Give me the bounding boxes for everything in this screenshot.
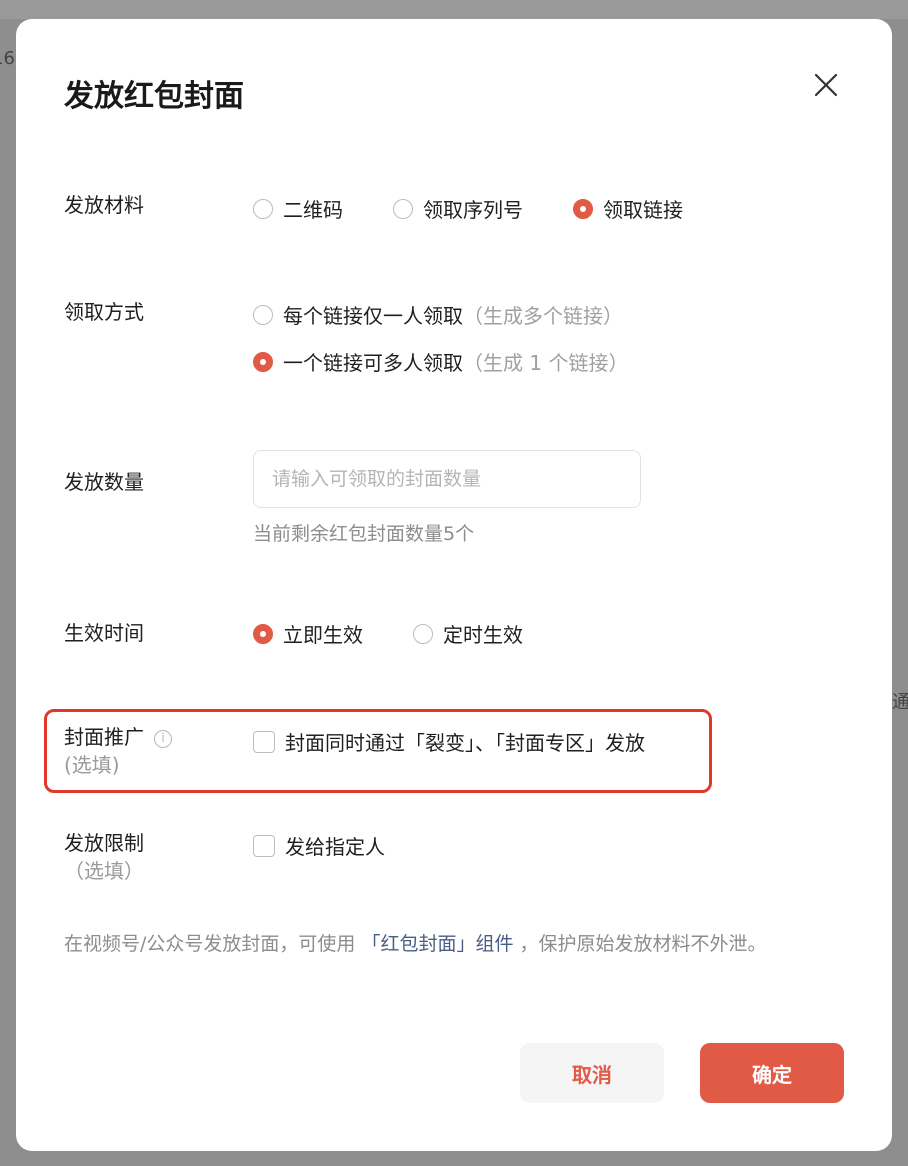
- radio-scheduled[interactable]: [413, 623, 433, 644]
- remaining-count-text: 当前剩余红包封面数量5个: [253, 523, 475, 545]
- promotion-checkbox-label: 封面同时通过「裂变」、「封面专区」发放: [285, 731, 645, 755]
- dialog-title: 发放红包封面: [64, 79, 244, 114]
- claim-option-multi-label: 一个链接可多人领取: [283, 351, 463, 375]
- promotion-label-text: 封面推广: [64, 725, 144, 749]
- claim-option-multi-hint: （生成 1 个链接）: [463, 351, 629, 375]
- claim-method-label: 领取方式: [64, 300, 144, 324]
- background-edge-text-right: 通: [892, 692, 908, 713]
- material-option-link-label: 领取链接: [603, 198, 683, 222]
- radio-serial[interactable]: [393, 198, 413, 219]
- promotion-checkbox-option[interactable]: 封面同时通过「裂变」、「封面专区」发放: [253, 727, 645, 756]
- restriction-optional: （选填）: [64, 859, 144, 883]
- effective-option-immediate-label: 立即生效: [283, 623, 363, 647]
- claim-option-single-hint: （生成多个链接）: [463, 304, 623, 328]
- backdrop-strip: [0, 0, 908, 19]
- confirm-button[interactable]: 确定: [700, 1043, 844, 1103]
- quantity-input[interactable]: [253, 450, 641, 508]
- restriction-checkbox-option[interactable]: 发给指定人: [253, 831, 385, 860]
- effective-option-immediate[interactable]: 立即生效: [253, 619, 363, 648]
- material-label: 发放材料: [64, 193, 144, 217]
- material-option-qrcode[interactable]: 二维码: [253, 194, 343, 223]
- restriction-checkbox[interactable]: [253, 834, 275, 857]
- material-option-qrcode-label: 二维码: [283, 198, 343, 222]
- claim-option-multi[interactable]: 一个链接可多人领取 （生成 1 个链接）: [253, 347, 628, 376]
- promotion-label: 封面推广 i (选填): [64, 723, 172, 779]
- radio-claim-multi-selected[interactable]: [253, 351, 273, 372]
- red-packet-component-link[interactable]: 「红包封面」组件: [361, 933, 513, 955]
- claim-option-single-label: 每个链接仅一人领取: [283, 304, 463, 328]
- cancel-button[interactable]: 取消: [520, 1043, 664, 1103]
- background-edge-text-left: 16: [0, 48, 15, 69]
- promotion-optional: (选填): [64, 753, 120, 777]
- note-suffix: ，保护原始发放材料不外泄。: [519, 933, 767, 955]
- radio-link-selected[interactable]: [573, 198, 593, 219]
- effective-option-scheduled-label: 定时生效: [443, 623, 523, 647]
- issue-cover-dialog: 发放红包封面 发放材料 二维码 领取序列号 领取链接 领取方式 每个链接仅一人领…: [16, 19, 892, 1151]
- effective-time-label: 生效时间: [64, 621, 144, 645]
- restriction-checkbox-label: 发给指定人: [285, 835, 385, 859]
- quantity-label: 发放数量: [64, 470, 144, 494]
- radio-claim-single[interactable]: [253, 304, 273, 325]
- component-note: 在视频号/公众号发放封面，可使用 「红包封面」组件 ，保护原始发放材料不外泄。: [64, 929, 767, 956]
- restriction-label-text: 发放限制: [64, 831, 144, 855]
- material-option-serial[interactable]: 领取序列号: [393, 194, 523, 223]
- claim-option-single[interactable]: 每个链接仅一人领取 （生成多个链接）: [253, 300, 623, 329]
- radio-qrcode[interactable]: [253, 198, 273, 219]
- material-option-link[interactable]: 领取链接: [573, 194, 683, 223]
- restriction-label: 发放限制 （选填）: [64, 829, 144, 885]
- close-icon[interactable]: [812, 71, 840, 99]
- promotion-checkbox[interactable]: [253, 730, 275, 753]
- effective-option-scheduled[interactable]: 定时生效: [413, 619, 523, 648]
- material-option-serial-label: 领取序列号: [423, 198, 523, 222]
- note-prefix: 在视频号/公众号发放封面，可使用: [64, 933, 356, 955]
- info-icon[interactable]: i: [154, 729, 172, 748]
- radio-immediate-selected[interactable]: [253, 623, 273, 644]
